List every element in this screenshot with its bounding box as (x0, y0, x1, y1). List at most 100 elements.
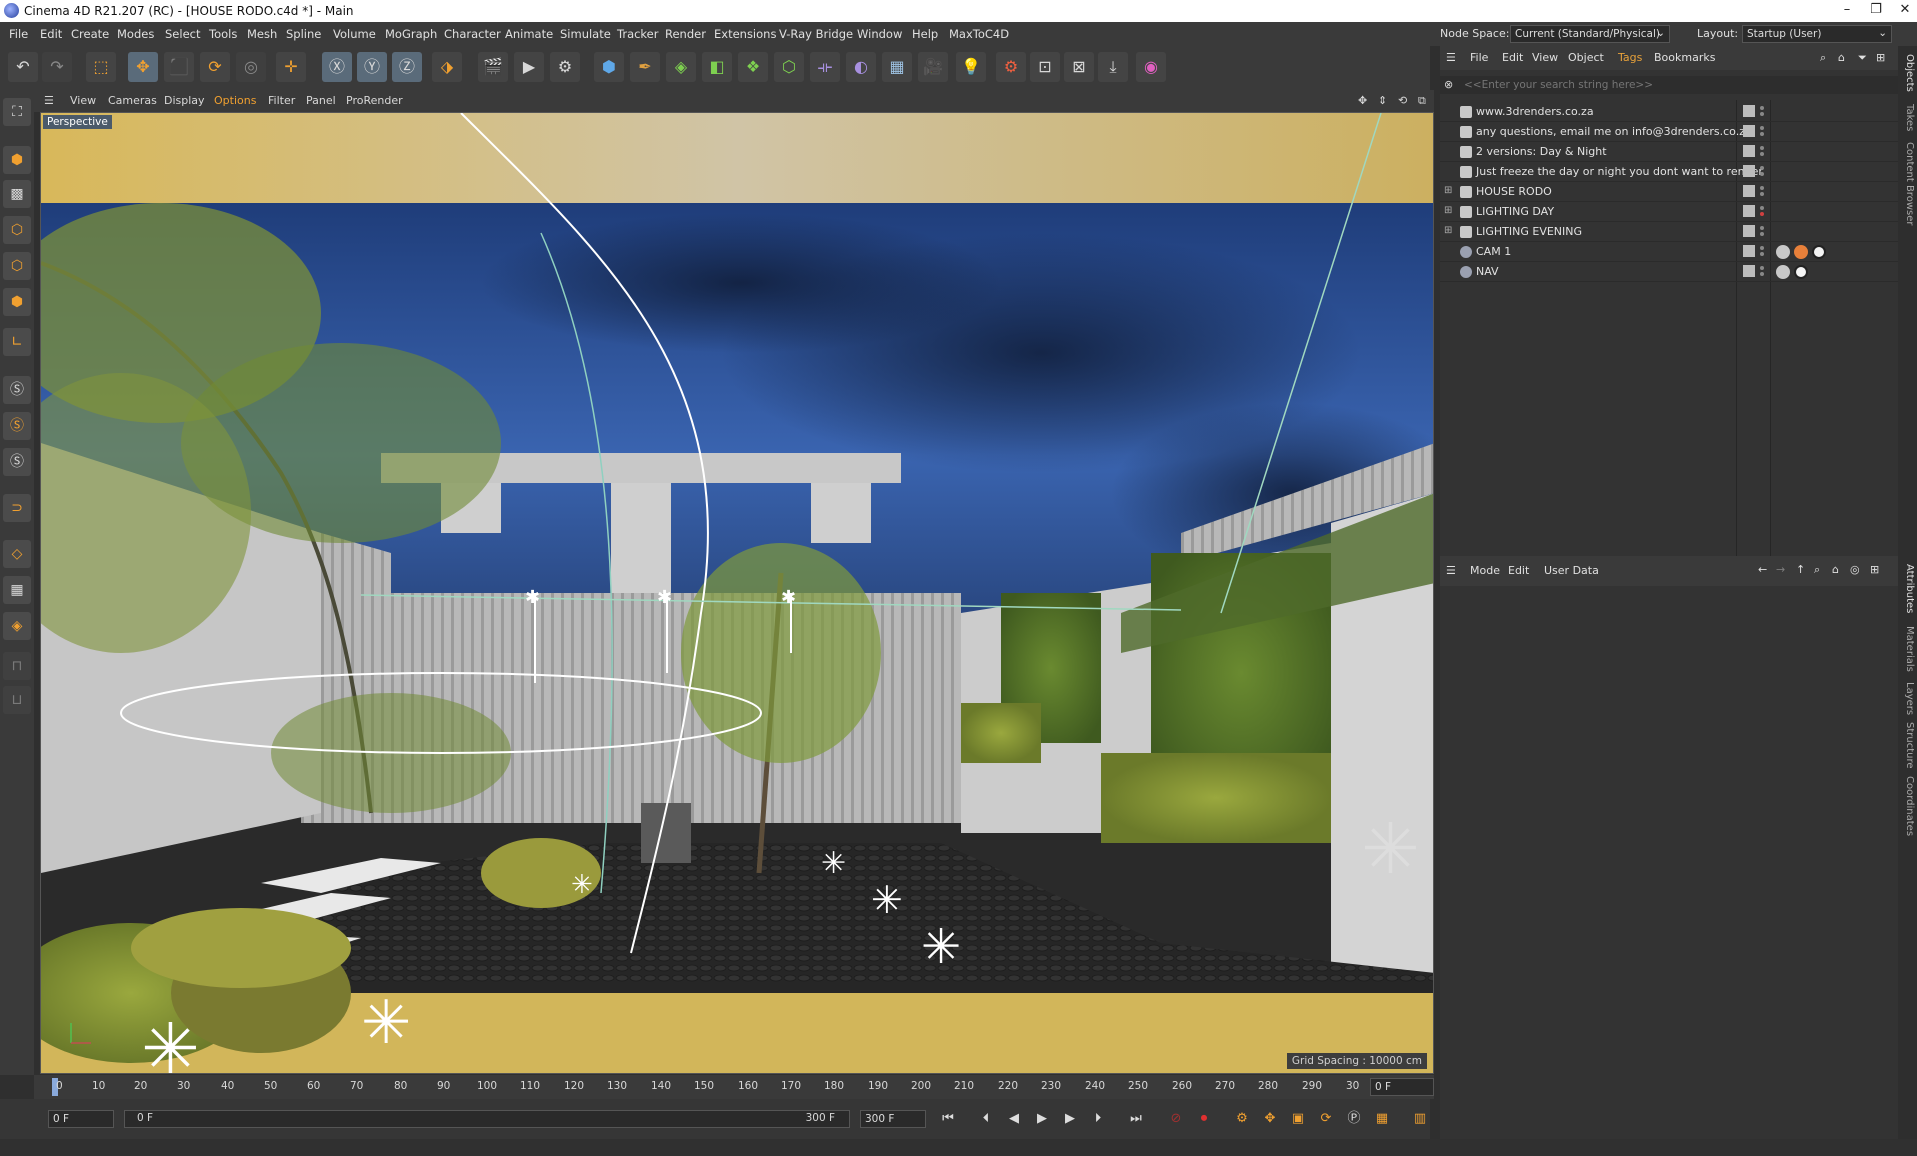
key-parameter-button[interactable]: Ⓟ (1344, 1109, 1364, 1129)
tab-materials[interactable]: Materials (1900, 626, 1915, 672)
tab-content-browser[interactable]: Content Browser (1900, 142, 1915, 225)
bend-deformer-button[interactable]: ⟛ (810, 52, 840, 82)
clear-search-icon[interactable]: ⊗ (1444, 78, 1453, 91)
object-row[interactable]: www.3drenders.co.za (1440, 102, 1898, 122)
object-search-input[interactable] (1464, 77, 1884, 92)
live-selection-button[interactable]: ⬚ (86, 52, 116, 82)
visibility-dots[interactable] (1760, 204, 1764, 220)
viewport-move-icon[interactable]: ✥ (1358, 94, 1367, 107)
hamburger-icon[interactable]: ☰ (44, 94, 54, 107)
next-frame-button[interactable]: ▶ (1060, 1109, 1080, 1129)
edit-check-icon[interactable] (1743, 105, 1755, 117)
frame-range-slider[interactable]: 0 F 300 F (124, 1110, 850, 1128)
object-menu-object[interactable]: Object (1568, 51, 1604, 64)
lock-icon[interactable]: ⌂ (1832, 563, 1839, 576)
expand-plus-icon[interactable]: ⊞ (1444, 205, 1452, 216)
extrude-button[interactable]: ◧ (702, 52, 732, 82)
record-keys-button[interactable]: ⊘ (1166, 1109, 1186, 1129)
start-frame-field[interactable]: 0 F (48, 1110, 114, 1128)
subdivision-button[interactable]: ◈ (666, 52, 696, 82)
menu-vray-bridge[interactable]: V-Ray Bridge (779, 27, 853, 41)
z-axis-lock-button[interactable]: Ⓩ (392, 52, 422, 82)
node-space-select[interactable]: Current (Standard/Physical) ⌄ (1510, 25, 1670, 43)
viewport-menu-prorender[interactable]: ProRender (346, 94, 403, 107)
undo-button[interactable]: ↶ (8, 52, 38, 82)
menu-character[interactable]: Character (444, 27, 501, 41)
menu-edit[interactable]: Edit (40, 27, 62, 41)
timeline-ruler[interactable]: 0 10 20 30 40 50 60 70 80 90 100 110 120… (34, 1075, 1434, 1099)
menu-render[interactable]: Render (665, 27, 706, 41)
menu-maxtoc4d[interactable]: MaxToC4D (949, 27, 1009, 41)
object-row[interactable]: any questions, email me on info@3drender… (1440, 122, 1898, 142)
viewport-maximize-icon[interactable]: ⧉ (1418, 94, 1426, 108)
menu-tools[interactable]: Tools (209, 27, 237, 41)
keyframe-selection-button[interactable]: ⚙ (1232, 1109, 1252, 1129)
menu-help[interactable]: Help (912, 27, 938, 41)
object-menu-tags[interactable]: Tags (1618, 51, 1642, 64)
recent-tool-button[interactable]: ◎ (236, 52, 266, 82)
x-axis-lock-button[interactable]: Ⓧ (322, 52, 352, 82)
menu-modes[interactable]: Modes (117, 27, 154, 41)
menu-mograph[interactable]: MoGraph (385, 27, 437, 41)
hamburger-icon[interactable]: ☰ (1446, 564, 1456, 577)
tweak-mode-button[interactable]: ⊃ (3, 494, 31, 522)
tab-takes[interactable]: Takes (1900, 104, 1915, 131)
next-key-button[interactable]: ⏵ (1088, 1109, 1108, 1129)
goto-end-button[interactable]: ⏭ (1126, 1109, 1146, 1129)
solo-button[interactable]: ⊓ (3, 652, 31, 680)
vray-render-button[interactable]: ⊠ (1064, 52, 1094, 82)
expand-plus-icon[interactable]: ⊞ (1444, 225, 1452, 236)
tab-structure[interactable]: Structure (1900, 722, 1915, 769)
grid-button[interactable]: ▦ (3, 576, 31, 604)
edit-check-icon[interactable] (1743, 205, 1755, 217)
end-frame-field[interactable]: 300 F (860, 1110, 926, 1128)
object-row[interactable]: Just freeze the day or night you dont wa… (1440, 162, 1898, 182)
tab-layers[interactable]: Layers (1900, 682, 1915, 715)
perspective-viewport[interactable]: ✱ ✱ ✱ ✳ ✳ ✳ ✳ ✳ ✳ ✳ Perspective Grid Spa… (40, 112, 1434, 1074)
render-settings-button[interactable]: ⚙ (550, 52, 580, 82)
edges-mode-button[interactable]: ⬡ (3, 252, 31, 280)
edit-check-icon[interactable] (1743, 165, 1755, 177)
object-row[interactable]: 2 versions: Day & Night (1440, 142, 1898, 162)
close-button[interactable]: ✕ (1893, 2, 1917, 20)
visibility-dots[interactable] (1760, 104, 1764, 120)
visibility-dots[interactable] (1760, 164, 1764, 180)
menu-spline[interactable]: Spline (286, 27, 321, 41)
visibility-dots[interactable] (1760, 244, 1764, 260)
prev-key-button[interactable]: ⏴ (976, 1109, 996, 1129)
protection-tag-icon[interactable] (1776, 265, 1790, 279)
object-search-bar[interactable]: ⊗ (1440, 76, 1898, 94)
menu-volume[interactable]: Volume (333, 27, 376, 41)
object-menu-edit[interactable]: Edit (1502, 51, 1523, 64)
goto-start-button[interactable]: ⏮ (938, 1109, 958, 1129)
object-menu-view[interactable]: View (1532, 51, 1558, 64)
render-view-button[interactable]: 🎬 (478, 52, 508, 82)
new-window-icon[interactable]: ⊞ (1876, 51, 1885, 64)
hamburger-icon[interactable]: ☰ (1446, 51, 1456, 64)
key-rotation-button[interactable]: ⟳ (1316, 1109, 1336, 1129)
object-row[interactable]: ⊞ LIGHTING EVENING (1440, 222, 1898, 242)
arrow-right-icon[interactable]: → (1776, 563, 1785, 576)
edit-check-icon[interactable] (1743, 125, 1755, 137)
current-frame-field[interactable]: 0 F (1370, 1078, 1434, 1096)
menu-create[interactable]: Create (71, 27, 109, 41)
vray-export-button[interactable]: ⤓ (1098, 52, 1128, 82)
model-mode-button[interactable]: ⬢ (3, 146, 31, 174)
prev-frame-button[interactable]: ◀ (1004, 1109, 1024, 1129)
tab-objects[interactable]: Objects (1900, 54, 1915, 92)
visibility-dots[interactable] (1760, 184, 1764, 200)
edit-check-icon[interactable] (1743, 225, 1755, 237)
menu-file[interactable]: File (9, 27, 28, 41)
cube-button[interactable]: ⬢ (594, 52, 624, 82)
solo-hierarchy-button[interactable]: ⊔ (3, 686, 31, 714)
axis-tool-button[interactable]: ✛ (276, 52, 306, 82)
visibility-dots[interactable] (1760, 124, 1764, 140)
minimize-button[interactable]: – (1835, 2, 1859, 20)
home-icon[interactable]: ⌂ (1838, 51, 1845, 64)
maximize-button[interactable]: ❐ (1864, 2, 1888, 20)
vray-vfb-button[interactable]: ⊡ (1030, 52, 1060, 82)
filter-icon[interactable]: ⏷ (1858, 51, 1867, 65)
menu-animate[interactable]: Animate (505, 27, 553, 41)
mograph-button[interactable]: ⬡ (774, 52, 804, 82)
search-icon[interactable]: ⌕ (1820, 51, 1826, 65)
